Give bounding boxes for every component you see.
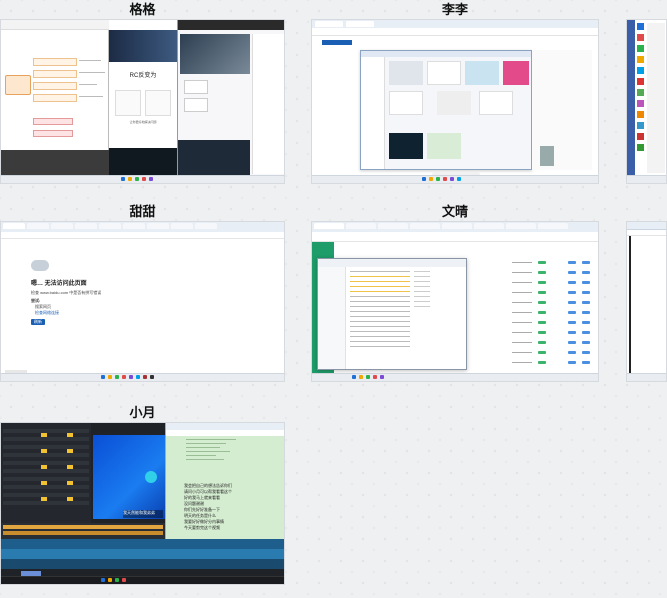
- remote-screen[interactable]: [626, 221, 667, 382]
- product-web-page[interactable]: RC反变为 让你更好地解决问题: [109, 20, 177, 183]
- screen-tile-gege[interactable]: 格格 RC反变为 让你更好地解决问题: [0, 2, 285, 184]
- tile-name: 格格: [129, 2, 156, 17]
- spreadsheet-area[interactable]: [472, 242, 598, 381]
- file-window[interactable]: [360, 50, 532, 170]
- file-explorer-window[interactable]: [317, 258, 467, 370]
- error-hint: 检查 www.baidu.com 中是否有拼写错误: [31, 290, 102, 295]
- video-subtitle: 我天然能和我弟弟: [123, 510, 163, 518]
- taskbar[interactable]: [627, 175, 666, 183]
- video-preview[interactable]: 我天然能和我弟弟: [93, 435, 165, 519]
- remote-desktop-grid: { "tiles": [ {"name": "格格", "screen_type…: [0, 0, 667, 598]
- timeline-track[interactable]: [1, 539, 284, 549]
- remote-screen[interactable]: 我天然能和我弟弟 我会把自己的想法告诉你们 请问小月可以帮我看看这个 好的我马上…: [0, 422, 285, 585]
- tile-name: 甜甜: [129, 204, 156, 219]
- design-tool-window[interactable]: [177, 20, 284, 183]
- address-bar[interactable]: [1, 232, 284, 239]
- timeline-track[interactable]: [1, 559, 284, 569]
- remote-screen[interactable]: RC反变为 让你更好地解决问题: [0, 19, 285, 184]
- taskbar[interactable]: [627, 373, 666, 381]
- screen-tile-xiaoyue[interactable]: 小月 我天然能和我弟弟 我会把自己的想法告诉你们 请问小月可以帮我看看这个 好的…: [0, 405, 285, 585]
- screen-tile-tiantian[interactable]: 甜甜 嗯… 无法访问此页面 检查 www.baidu.com 中是否有拼写错误 …: [0, 204, 285, 382]
- remote-screen[interactable]: [626, 19, 667, 184]
- taskbar[interactable]: [1, 373, 284, 381]
- cloud-error-icon: [31, 260, 49, 271]
- screen-tile-partial-top[interactable]: [626, 2, 667, 184]
- remote-screen[interactable]: [311, 19, 599, 184]
- chat-line: 今天要剪完这个视频: [184, 525, 220, 530]
- error-title: 嗯… 无法访问此页面: [31, 281, 87, 287]
- screen-tile-partial-bottom[interactable]: [626, 221, 667, 382]
- tile-name: 文晴: [441, 204, 468, 219]
- chat-window[interactable]: 我会把自己的想法告诉你们 请问小月可以帮我看看这个 好的我马上就来看看 没问题谢…: [165, 423, 284, 539]
- mindmap-root-node[interactable]: [5, 75, 31, 95]
- taskbar[interactable]: [312, 175, 598, 183]
- taskbar[interactable]: [1, 175, 284, 183]
- tile-name: 李李: [441, 2, 468, 17]
- remote-screen[interactable]: [311, 221, 599, 382]
- media-panel[interactable]: [1, 423, 91, 523]
- page-heading: RC反变为: [129, 73, 157, 79]
- screen-tile-wenqing[interactable]: 文晴: [311, 204, 599, 382]
- refresh-button[interactable]: 刷新: [31, 319, 45, 325]
- try-item[interactable]: 检查网络连接: [35, 310, 59, 316]
- remote-screen[interactable]: 嗯… 无法访问此页面 检查 www.baidu.com 中是否有拼写错误 尝试:…: [0, 221, 285, 382]
- tile-name: 小月: [129, 405, 156, 420]
- timeline-ruler[interactable]: [1, 523, 165, 539]
- mindmap-window[interactable]: [1, 20, 109, 183]
- taskbar[interactable]: [1, 576, 284, 584]
- feature-caption: 让你更好地解决问题: [129, 120, 157, 124]
- timeline-track[interactable]: [1, 549, 284, 559]
- screen-tile-lili[interactable]: 李李: [311, 2, 599, 184]
- taskbar[interactable]: [312, 373, 598, 381]
